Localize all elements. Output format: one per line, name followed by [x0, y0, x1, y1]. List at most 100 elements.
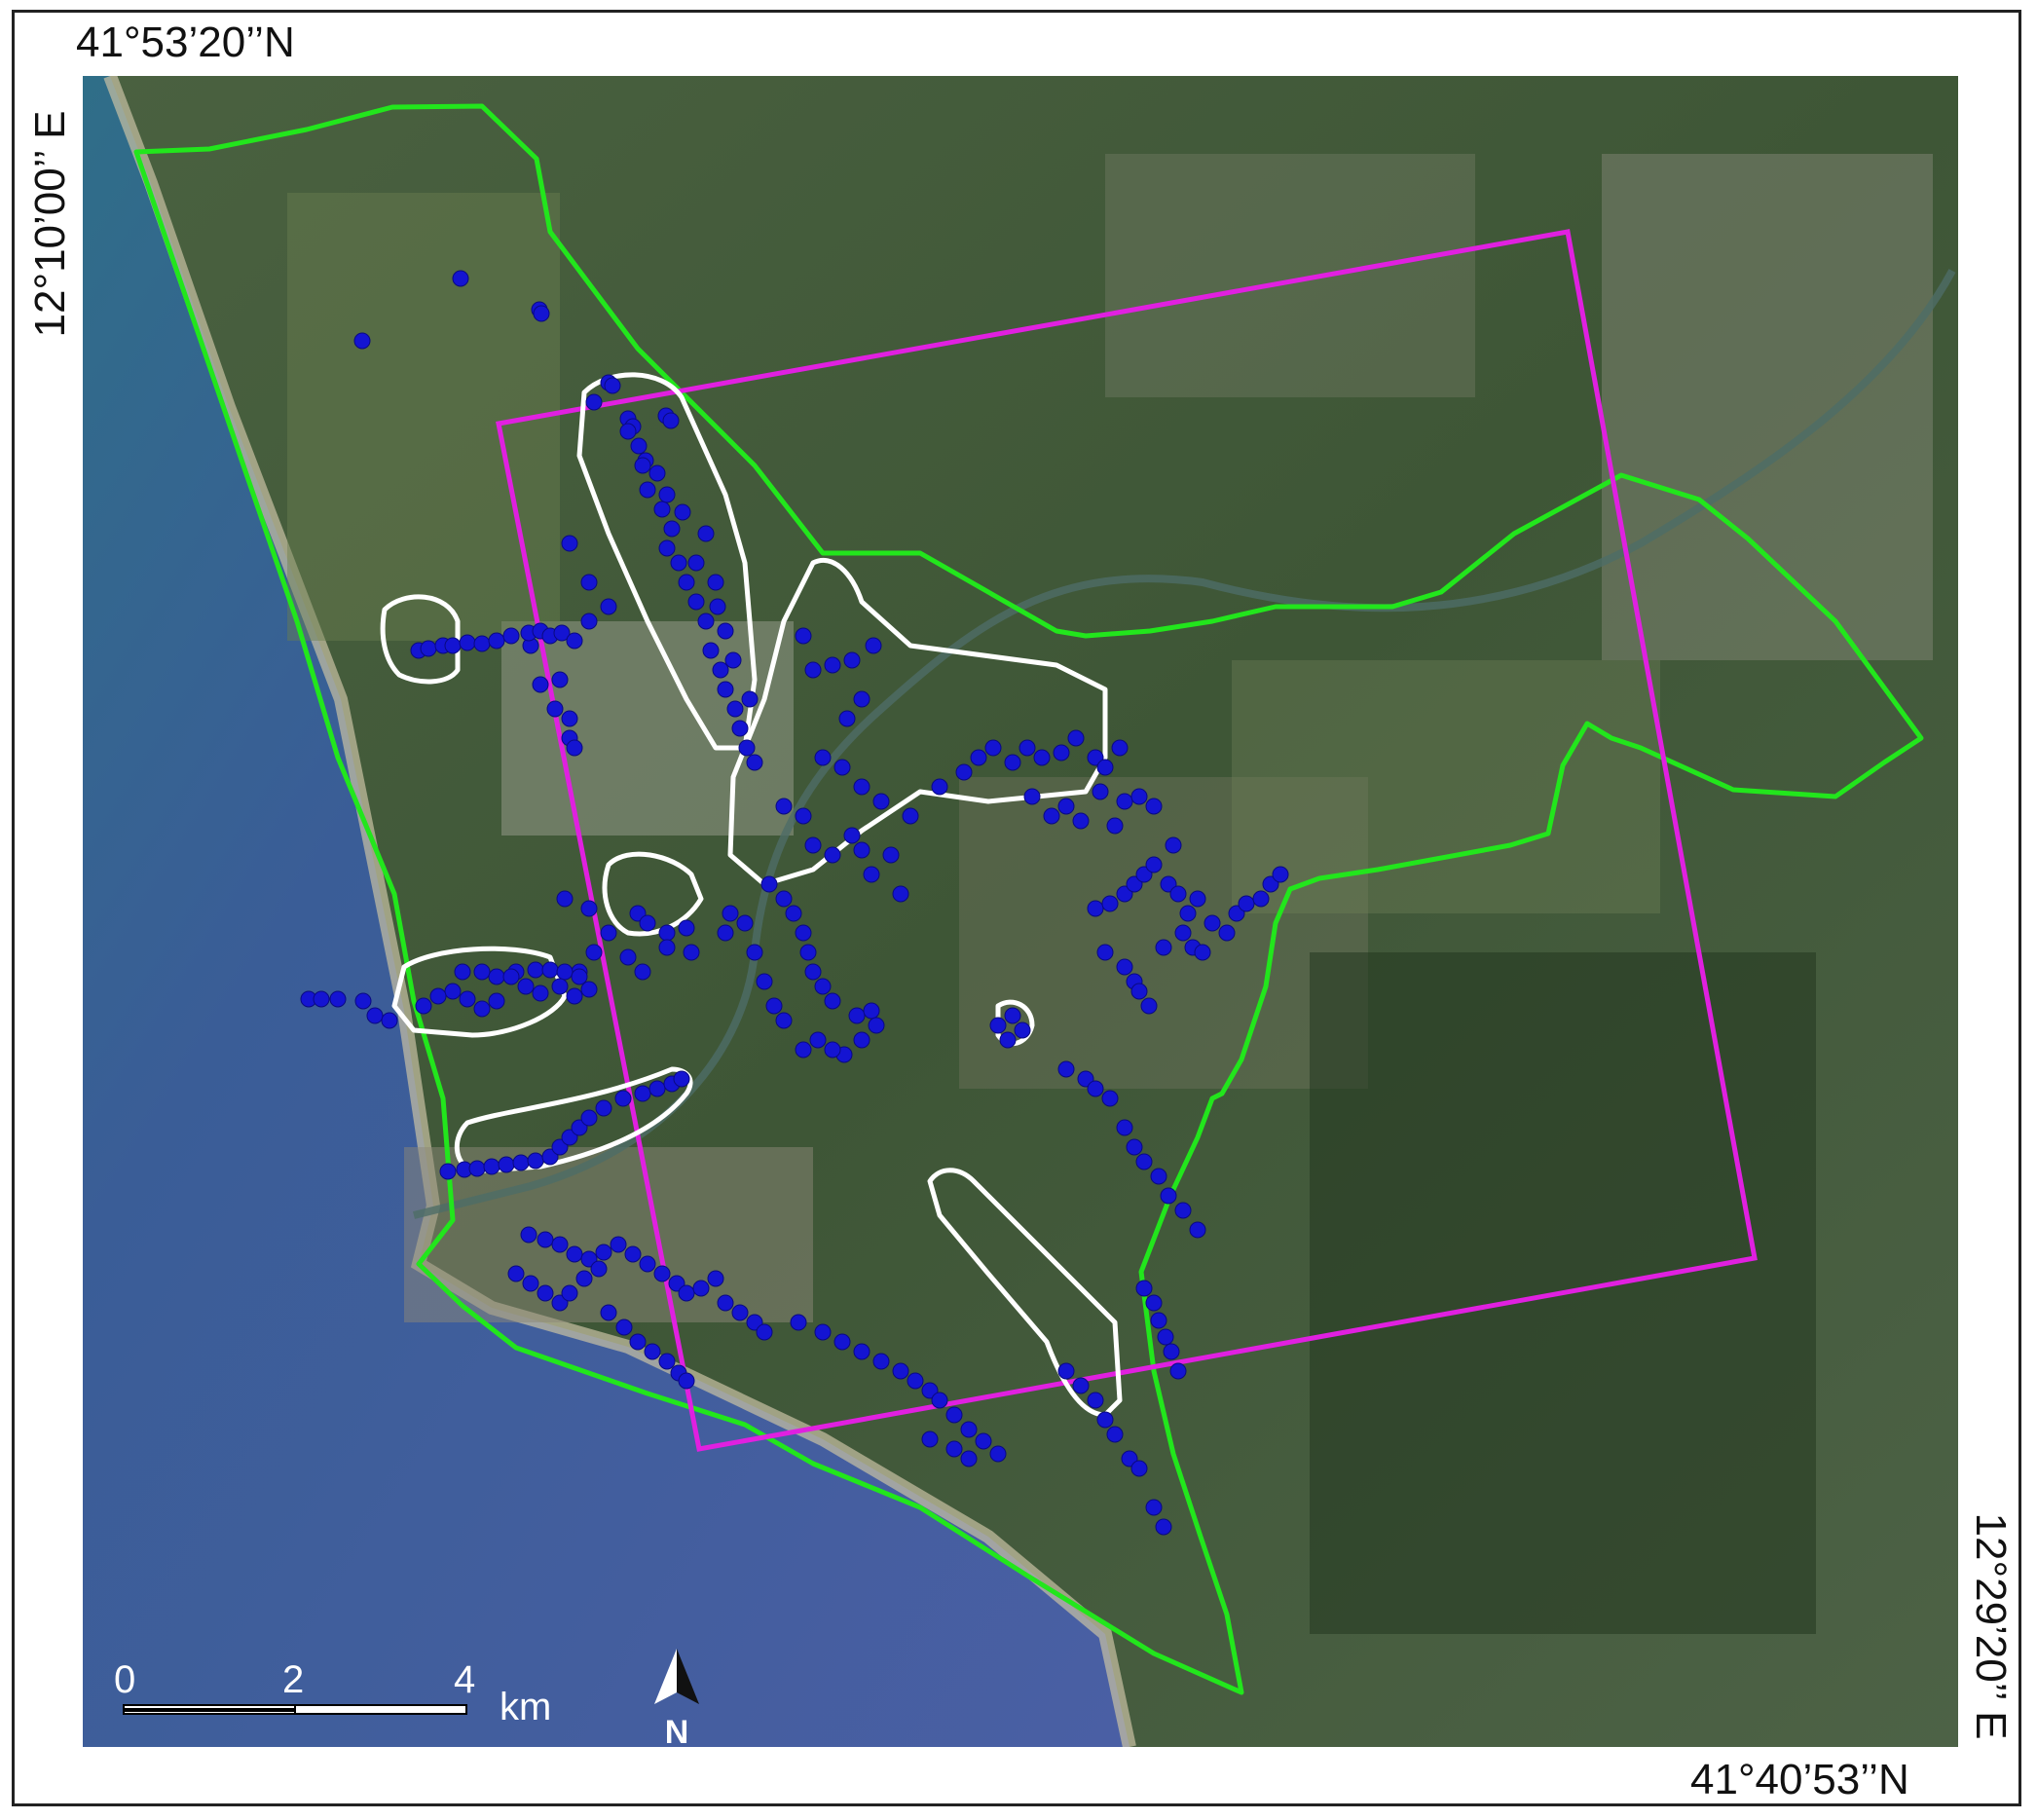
measurement-point	[1087, 900, 1104, 917]
measurement-point	[678, 574, 695, 591]
measurement-point	[795, 807, 812, 825]
measurement-point	[571, 968, 588, 985]
measurement-point	[670, 554, 687, 572]
measurement-point	[760, 875, 778, 893]
measurement-point	[459, 634, 476, 651]
measurement-point	[795, 924, 812, 942]
measurement-point	[702, 642, 720, 659]
measurement-point	[833, 1333, 851, 1351]
measurement-point	[639, 481, 656, 499]
measurement-point	[532, 984, 549, 1002]
measurement-point	[580, 900, 598, 917]
measurement-point	[634, 457, 651, 474]
measurement-point	[366, 1007, 384, 1024]
measurement-point	[673, 1070, 690, 1088]
measurement-point	[824, 656, 841, 674]
measurement-point	[595, 1099, 612, 1117]
measurement-point	[921, 1430, 939, 1448]
measurement-point	[989, 1017, 1007, 1034]
measurement-point	[892, 885, 909, 903]
measurement-point	[1004, 754, 1021, 771]
measurement-point	[736, 914, 754, 932]
measurement-point	[483, 1158, 500, 1175]
measurement-point	[731, 1304, 749, 1321]
measurement-point	[1053, 744, 1070, 761]
latitude-label-bottom: 41°40’53’’N	[1690, 1756, 1909, 1803]
measurement-point	[329, 990, 347, 1008]
measurement-point	[604, 377, 621, 394]
measurement-point	[1179, 905, 1197, 922]
measurement-point	[1150, 1312, 1167, 1329]
measurement-point	[614, 1090, 632, 1107]
measurement-point	[527, 961, 544, 979]
measurement-point	[502, 627, 520, 645]
measurement-point	[709, 598, 726, 615]
measurement-point	[863, 1002, 880, 1020]
measurement-point	[814, 749, 832, 766]
measurement-point	[580, 613, 598, 630]
measurement-point	[533, 305, 550, 322]
measurement-point	[354, 992, 372, 1010]
measurement-point	[444, 983, 462, 1000]
measurement-point	[662, 412, 680, 429]
measurement-point	[488, 992, 505, 1010]
measurement-point	[1135, 1153, 1153, 1170]
measurement-point	[1087, 1392, 1104, 1409]
measurement-point	[775, 1012, 793, 1029]
measurement-point	[746, 944, 763, 961]
measurement-point	[551, 1236, 569, 1253]
measurement-point	[809, 1031, 827, 1049]
measurement-point	[1145, 798, 1163, 815]
measurement-point	[639, 914, 656, 932]
satellite-map[interactable]: 0 2 4 km N	[83, 76, 1958, 1747]
measurement-point	[454, 963, 471, 981]
measurement-point	[1092, 783, 1109, 800]
measurement-point	[1252, 890, 1270, 908]
measurement-point	[931, 1392, 948, 1409]
measurement-point	[795, 1041, 812, 1059]
measurement-point	[1072, 812, 1090, 830]
measurement-point	[629, 1333, 647, 1351]
measurement-point	[1174, 1202, 1192, 1219]
urban-area	[1105, 154, 1475, 397]
longitude-label-right: 12°29’20’’ E	[1967, 1512, 2015, 1740]
measurement-point	[1014, 1021, 1031, 1039]
scale-tick-2: 2	[282, 1658, 304, 1701]
measurement-point	[853, 690, 870, 708]
measurement-point	[1218, 924, 1236, 942]
measurement-point	[945, 1406, 963, 1424]
measurement-point	[575, 1270, 593, 1287]
measurement-point	[960, 1421, 978, 1438]
measurement-point	[892, 1362, 909, 1380]
measurement-point	[527, 1152, 544, 1170]
measurement-point	[439, 1163, 457, 1180]
measurement-point	[853, 778, 870, 796]
farmland	[287, 193, 560, 641]
measurement-point	[1145, 856, 1163, 873]
measurement-point	[634, 963, 651, 981]
measurement-point	[658, 486, 676, 503]
measurement-point	[1043, 807, 1060, 825]
measurement-point	[1130, 788, 1148, 805]
measurement-point	[420, 640, 437, 657]
measurement-point	[970, 749, 987, 766]
measurement-point	[726, 700, 744, 718]
measurement-point	[473, 635, 491, 652]
measurement-point	[687, 554, 705, 572]
measurement-point	[989, 1445, 1007, 1463]
measurement-point	[537, 1231, 554, 1248]
measurement-point	[1072, 1377, 1090, 1394]
measurement-point	[653, 501, 671, 518]
measurement-point	[1157, 1328, 1174, 1346]
measurement-point	[541, 961, 559, 979]
measurement-point	[313, 990, 330, 1008]
measurement-point	[1033, 749, 1051, 766]
measurement-point	[1111, 739, 1129, 757]
measurement-point	[865, 637, 882, 654]
measurement-point	[1057, 798, 1075, 815]
latitude-label-top: 41°53’20’’N	[76, 19, 295, 66]
measurement-point	[1126, 1138, 1143, 1156]
measurement-point	[1135, 1280, 1153, 1297]
measurement-point	[473, 1000, 491, 1018]
measurement-point	[1023, 788, 1041, 805]
